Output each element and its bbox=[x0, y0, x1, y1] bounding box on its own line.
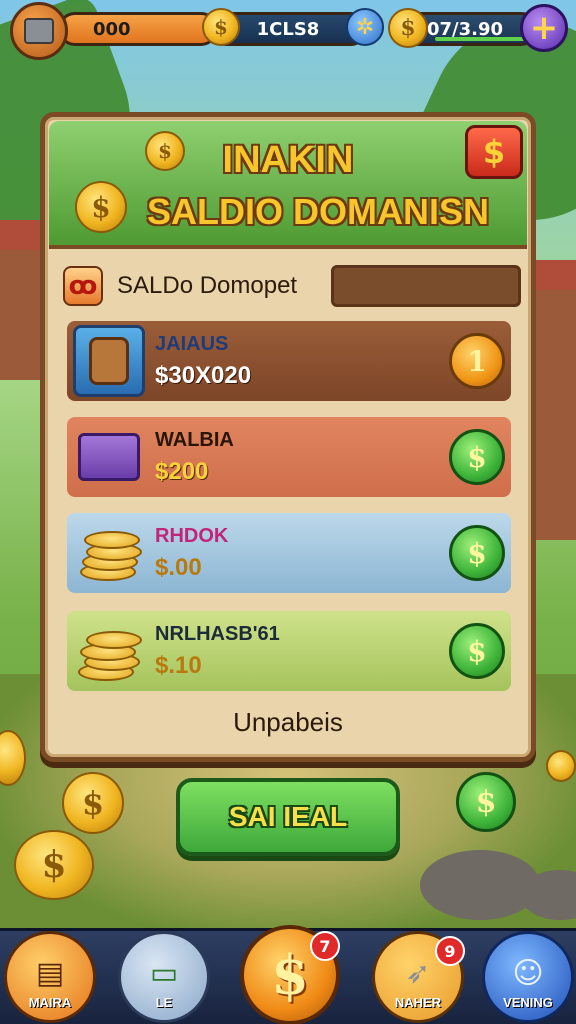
balance-field[interactable] bbox=[331, 265, 521, 307]
coin-icon: $ bbox=[202, 8, 240, 46]
item-price: $200 bbox=[155, 457, 209, 485]
users-icon: ☺ bbox=[512, 956, 544, 991]
coin-stack-icon bbox=[76, 621, 142, 681]
nav-item-rocket[interactable]: ➶ NAHER 9 bbox=[372, 931, 465, 1023]
map-icon: ▤ bbox=[35, 956, 65, 991]
nav-label: MAIRA bbox=[28, 995, 72, 1010]
item-name: JAIAUS bbox=[155, 332, 229, 355]
rocket-icon: ➶ bbox=[405, 956, 431, 991]
chest-icon bbox=[24, 18, 54, 44]
panel-footer-text: Unpabeis bbox=[233, 707, 343, 737]
balance-label: SALDo Domopet bbox=[117, 272, 298, 299]
barrel-icon bbox=[89, 337, 129, 385]
bottom-navigation: ▤ MAIRA ▭ LE $ 7 ➶ NAHER 9 ☺ VENING bbox=[0, 925, 576, 1024]
item-price: $30X020 bbox=[155, 361, 252, 389]
add-currency-button[interactable]: + bbox=[520, 4, 568, 52]
nav-item-users[interactable]: ☺ VENING bbox=[482, 931, 574, 1023]
item-price: $.10 bbox=[155, 651, 202, 679]
shop-item[interactable]: RHDOK $.00 $ bbox=[67, 513, 511, 593]
top-bar: 000 1CLS8 07/3.90 $ ✲ $ + bbox=[0, 0, 576, 64]
hut-right bbox=[536, 260, 576, 540]
shop-item[interactable]: JAIAUS $30X020 1 bbox=[67, 321, 511, 401]
balance-row: ꝏ SALDo Domopet bbox=[63, 263, 521, 309]
coin-icon: $ bbox=[62, 772, 124, 834]
treasure-box-icon bbox=[78, 433, 140, 481]
item-image bbox=[73, 615, 145, 687]
item-name: RHDOK bbox=[155, 524, 229, 547]
buy-button[interactable]: $ bbox=[449, 623, 505, 679]
nav-item-cash[interactable]: ▭ LE bbox=[118, 931, 210, 1023]
side-coin-button[interactable]: $ bbox=[456, 772, 516, 832]
buy-button[interactable]: $ bbox=[449, 429, 505, 485]
item-image bbox=[73, 421, 145, 493]
currency-1-value: 000 bbox=[93, 18, 131, 40]
panel-subtitle: SALDIO DOMANISN bbox=[147, 191, 489, 232]
nav-label: VENING bbox=[503, 995, 553, 1010]
currency-3-value: 07/3.90 bbox=[426, 18, 504, 40]
nav-item-map[interactable]: ▤ MAIRA bbox=[4, 931, 96, 1023]
currency-pill-1: 000 bbox=[58, 12, 218, 46]
notification-badge: 9 bbox=[435, 936, 465, 966]
item-image bbox=[73, 325, 145, 397]
nav-label: LE bbox=[155, 995, 173, 1010]
coin-icon: $ bbox=[14, 830, 94, 900]
coin-stack-icon bbox=[76, 523, 142, 583]
item-name: NRLHASB'61 bbox=[155, 622, 280, 645]
hut-left bbox=[0, 220, 40, 380]
item-name: WALBIA bbox=[155, 428, 234, 451]
coin-icon bbox=[546, 750, 576, 782]
profile-avatar[interactable] bbox=[10, 2, 68, 60]
notification-badge: 7 bbox=[310, 931, 340, 961]
dollar-badge-button[interactable]: $ bbox=[465, 125, 523, 179]
cash-icon: ▭ bbox=[149, 956, 179, 991]
infinity-icon: ꝏ bbox=[63, 266, 103, 306]
shop-panel: $ $ INAKIN SALDIO DOMANISN $ ꝏ SALDo Dom… bbox=[40, 112, 536, 762]
buy-button[interactable]: $ bbox=[449, 525, 505, 581]
item-image bbox=[73, 517, 145, 589]
coin-icon: $ bbox=[388, 8, 428, 48]
shop-item[interactable]: NRLHASB'61 $.10 $ bbox=[67, 611, 511, 691]
primary-action-button[interactable]: SAI IEAL bbox=[176, 778, 400, 856]
nav-item-coins[interactable]: $ 7 bbox=[240, 925, 340, 1024]
nav-label: NAHER bbox=[394, 995, 442, 1010]
shop-item[interactable]: WALBIA $200 $ bbox=[67, 417, 511, 497]
settings-icon[interactable]: ✲ bbox=[346, 8, 384, 46]
item-price: $.00 bbox=[155, 553, 202, 581]
buy-button[interactable]: 1 bbox=[449, 333, 505, 389]
currency-2-value: 1CLS8 bbox=[256, 18, 320, 40]
dollar-coin-icon: $ bbox=[271, 943, 309, 1007]
panel-header: $ $ INAKIN SALDIO DOMANISN $ bbox=[49, 121, 527, 249]
panel-title: INAKIN bbox=[222, 139, 354, 181]
